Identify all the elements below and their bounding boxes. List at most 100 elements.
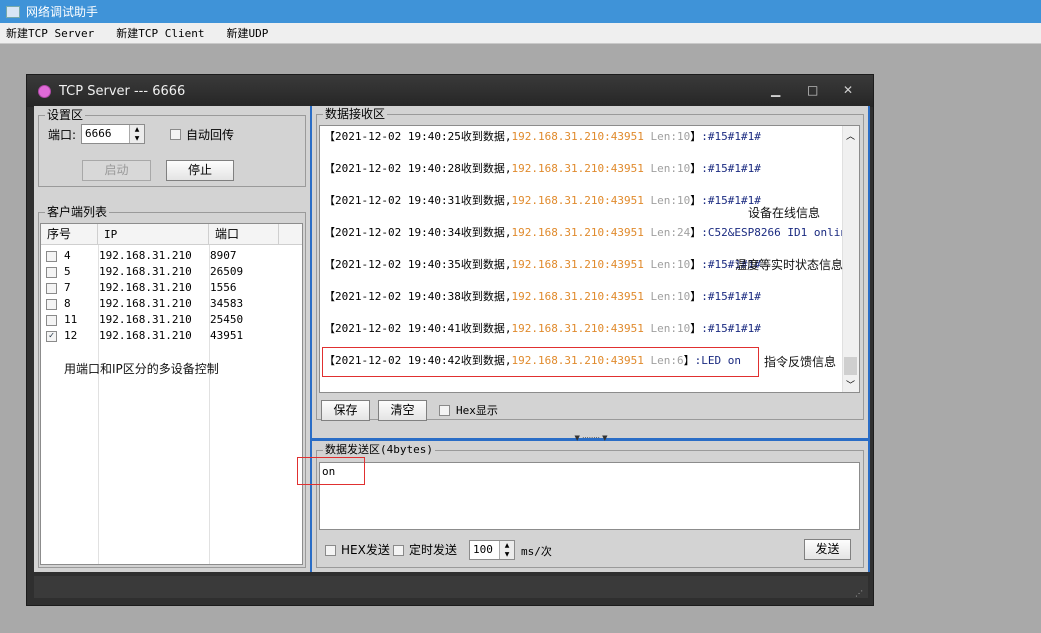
- app-title: 网络调试助手: [26, 5, 99, 19]
- send-button[interactable]: 发送: [804, 539, 851, 560]
- row-ip: 192.168.31.210: [99, 297, 192, 310]
- start-button[interactable]: 启动: [82, 160, 151, 181]
- log-ip: 192.168.31.210:43951: [511, 162, 644, 175]
- timed-send-label: 定时发送: [409, 543, 458, 557]
- row-seq: 8: [64, 297, 71, 310]
- log-payload: :#15#1#1#: [701, 130, 761, 143]
- log-timestamp: 【2021-12-02 19:40:38收到数据,: [324, 290, 512, 303]
- table-row[interactable]: 8 192.168.31.210 34583: [41, 296, 302, 312]
- send-group-label: 数据发送区(4bytes): [323, 443, 435, 457]
- log-entry: 【2021-12-02 19:40:28收到数据,192.168.31.210:…: [324, 162, 761, 176]
- log-ip: 192.168.31.210:43951: [511, 194, 644, 207]
- log-len: Len:10: [643, 162, 691, 175]
- scroll-thumb[interactable]: [844, 357, 857, 375]
- row-seq: 4: [64, 249, 71, 262]
- scroll-down-icon[interactable]: ﹀: [846, 378, 855, 391]
- app-icon: [6, 5, 20, 18]
- log-bracket: 】: [690, 194, 702, 207]
- log-bracket: 】: [690, 290, 702, 303]
- highlight-led-on-box: [322, 347, 759, 377]
- status-bar: [34, 576, 868, 598]
- row-ip: 192.168.31.210: [99, 249, 192, 262]
- annotation-feedback-info: 指令反馈信息: [764, 355, 837, 369]
- window-icon: [38, 84, 51, 98]
- log-ip: 192.168.31.210:43951: [511, 258, 644, 271]
- log-bracket: 】: [690, 226, 702, 239]
- scroll-up-icon[interactable]: ︿: [846, 129, 855, 142]
- menu-new-tcp-server[interactable]: 新建TCP Server: [0, 25, 110, 41]
- interval-spin-arrows-icon[interactable]: ▲ ▼: [499, 541, 514, 559]
- row-ip: 192.168.31.210: [99, 313, 192, 326]
- log-bracket: 】: [690, 258, 702, 271]
- log-len: Len:10: [643, 130, 691, 143]
- auto-reply-checkbox[interactable]: [170, 129, 181, 140]
- stop-button[interactable]: 停止: [166, 160, 234, 181]
- splitter-grip-icon[interactable]: ▼ ········ ▼: [556, 435, 626, 442]
- clients-group-label: 客户端列表: [45, 205, 110, 219]
- highlight-send-box: [297, 457, 365, 485]
- row-seq: 12: [64, 329, 78, 342]
- close-icon[interactable]: ✕: [843, 83, 853, 97]
- header-filler: [279, 224, 302, 245]
- save-button[interactable]: 保存: [321, 400, 370, 421]
- log-len: Len:10: [643, 194, 691, 207]
- row-port: 34583: [210, 297, 244, 310]
- client-table: 序号 IP 端口 4 192.168.31.210 8907 5 192.168.31.…: [40, 223, 303, 565]
- resize-grip-icon[interactable]: ⋰: [855, 590, 865, 600]
- send-input[interactable]: on: [319, 462, 860, 530]
- row-checkbox[interactable]: [46, 283, 57, 294]
- vertical-splitter[interactable]: [310, 106, 312, 572]
- annotation-multi-device: 用端口和IP区分的多设备控制: [64, 362, 219, 376]
- log-len: Len:10: [643, 322, 691, 335]
- log-entry: 【2021-12-02 19:40:35收到数据,192.168.31.210:…: [324, 258, 761, 272]
- log-timestamp: 【2021-12-02 19:40:28收到数据,: [324, 162, 512, 175]
- hex-send-label: HEX发送: [341, 543, 390, 557]
- table-row[interactable]: ✓ 12 192.168.31.210 43951: [41, 328, 302, 344]
- menu-new-udp[interactable]: 新建UDP: [220, 25, 284, 41]
- log-payload: :#15#1#1#: [701, 322, 761, 335]
- header-seq[interactable]: 序号: [41, 224, 98, 245]
- row-checkbox-checked[interactable]: ✓: [46, 331, 57, 342]
- hex-display-label: Hex显示: [456, 404, 498, 417]
- log-bracket: 】: [690, 130, 702, 143]
- row-checkbox[interactable]: [46, 251, 57, 262]
- table-row[interactable]: 7 192.168.31.210 1556: [41, 280, 302, 296]
- menubar: 新建TCP Server 新建TCP Client 新建UDP: [0, 23, 1041, 44]
- table-row[interactable]: 5 192.168.31.210 26509: [41, 264, 302, 280]
- log-ip: 192.168.31.210:43951: [511, 290, 644, 303]
- header-ip[interactable]: IP: [98, 224, 209, 245]
- hex-display-checkbox[interactable]: [439, 405, 450, 416]
- annotation-online-info: 设备在线信息: [748, 206, 821, 220]
- child-titlebar: TCP Server --- 6666 ▁ □ ✕: [27, 75, 873, 107]
- row-checkbox[interactable]: [46, 315, 57, 326]
- minimize-icon[interactable]: ▁: [771, 83, 780, 97]
- interval-input[interactable]: 100 ▲ ▼: [469, 540, 515, 560]
- menu-new-tcp-client[interactable]: 新建TCP Client: [110, 25, 220, 41]
- log-bracket: 】: [690, 162, 702, 175]
- port-input[interactable]: 6666 ▲ ▼: [81, 124, 145, 144]
- receive-group-label: 数据接收区: [323, 107, 388, 121]
- row-checkbox[interactable]: [46, 267, 57, 278]
- port-spin-arrows-icon[interactable]: ▲ ▼: [129, 125, 144, 143]
- row-seq: 11: [64, 313, 78, 326]
- row-port: 8907: [210, 249, 237, 262]
- log-payload: :#15#1#1#: [701, 162, 761, 175]
- row-seq: 7: [64, 281, 71, 294]
- row-checkbox[interactable]: [46, 299, 57, 310]
- interval-value: 100: [473, 543, 493, 556]
- table-row[interactable]: 11 192.168.31.210 25450: [41, 312, 302, 328]
- receive-scrollbar[interactable]: ︿ ﹀: [842, 126, 859, 392]
- clear-button[interactable]: 清空: [378, 400, 427, 421]
- hex-send-checkbox[interactable]: [325, 545, 336, 556]
- timed-send-checkbox[interactable]: [393, 545, 404, 556]
- log-entry: 【2021-12-02 19:40:41收到数据,192.168.31.210:…: [324, 322, 761, 336]
- table-row[interactable]: 4 192.168.31.210 8907: [41, 248, 302, 264]
- log-entry: 【2021-12-02 19:40:31收到数据,192.168.31.210:…: [324, 194, 761, 208]
- header-port[interactable]: 端口: [209, 224, 279, 245]
- log-entry: 【2021-12-02 19:40:38收到数据,192.168.31.210:…: [324, 290, 761, 304]
- maximize-icon[interactable]: □: [807, 83, 818, 97]
- annotation-status-info: 温度等实时状态信息: [735, 258, 844, 272]
- port-value: 6666: [85, 127, 112, 140]
- log-timestamp: 【2021-12-02 19:40:31收到数据,: [324, 194, 512, 207]
- settings-group-label: 设置区: [45, 108, 86, 122]
